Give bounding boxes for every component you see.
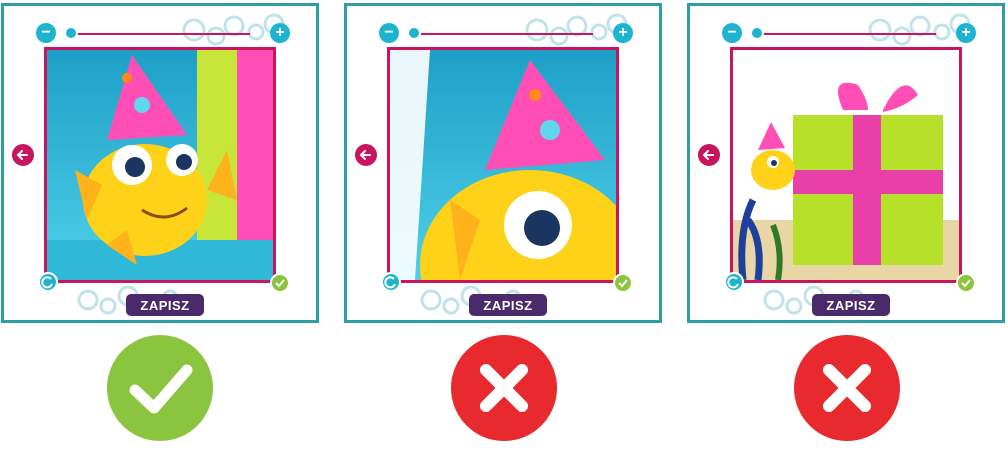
verdict-incorrect-too-close (451, 335, 557, 441)
back-button[interactable] (12, 144, 34, 166)
arrow-left-icon (16, 150, 28, 160)
gift-photo (733, 50, 959, 280)
check-small-icon (275, 279, 285, 288)
zoom-in-button[interactable]: + (270, 23, 290, 43)
save-button[interactable]: ZAPISZ (469, 294, 547, 316)
check-small-icon (961, 279, 971, 288)
plus-icon: + (275, 24, 285, 41)
confirm-button[interactable] (956, 273, 976, 293)
photo-crop-area[interactable] (730, 47, 962, 283)
editor-panel-too-close: − + ZAPISZ (344, 3, 662, 323)
zoom-slider-handle[interactable] (750, 26, 764, 40)
plus-icon: + (618, 24, 628, 41)
verdict-correct (107, 335, 213, 441)
check-icon (129, 364, 193, 414)
editor-panel-too-far: − + ZAPISZ (687, 3, 1005, 323)
check-small-icon (618, 279, 628, 288)
photo-crop-area[interactable] (387, 47, 619, 283)
save-button[interactable]: ZAPISZ (812, 294, 890, 316)
zoom-slider-track[interactable] (413, 33, 593, 35)
x-icon (823, 364, 871, 412)
x-icon (480, 364, 528, 412)
back-button[interactable] (355, 144, 377, 166)
zoom-out-button[interactable]: − (36, 23, 56, 43)
minus-icon: − (41, 24, 51, 41)
editor-panel-correct: − + ZAPISZ (1, 3, 319, 323)
fish-photo (47, 50, 273, 280)
minus-icon: − (384, 24, 394, 41)
zoom-out-button[interactable]: − (379, 23, 399, 43)
zoom-in-button[interactable]: + (956, 23, 976, 43)
save-button[interactable]: ZAPISZ (126, 294, 204, 316)
rotate-button[interactable] (38, 272, 58, 292)
verdict-incorrect-too-far (794, 335, 900, 441)
rotate-button[interactable] (724, 272, 744, 292)
rotate-icon (384, 276, 396, 289)
fish-photo (390, 50, 616, 280)
zoom-in-button[interactable]: + (613, 23, 633, 43)
back-button[interactable] (698, 144, 720, 166)
confirm-button[interactable] (613, 273, 633, 293)
confirm-button[interactable] (270, 273, 290, 293)
zoom-slider-track[interactable] (756, 33, 936, 35)
rotate-icon (41, 276, 53, 289)
arrow-left-icon (359, 150, 371, 160)
plus-icon: + (961, 24, 971, 41)
zoom-slider-track[interactable] (70, 33, 250, 35)
rotate-button[interactable] (381, 272, 401, 292)
minus-icon: − (727, 24, 737, 41)
zoom-slider-handle[interactable] (64, 26, 78, 40)
photo-crop-area[interactable] (44, 47, 276, 283)
rotate-icon (727, 276, 739, 289)
zoom-slider-handle[interactable] (407, 26, 421, 40)
arrow-left-icon (702, 150, 714, 160)
zoom-out-button[interactable]: − (722, 23, 742, 43)
